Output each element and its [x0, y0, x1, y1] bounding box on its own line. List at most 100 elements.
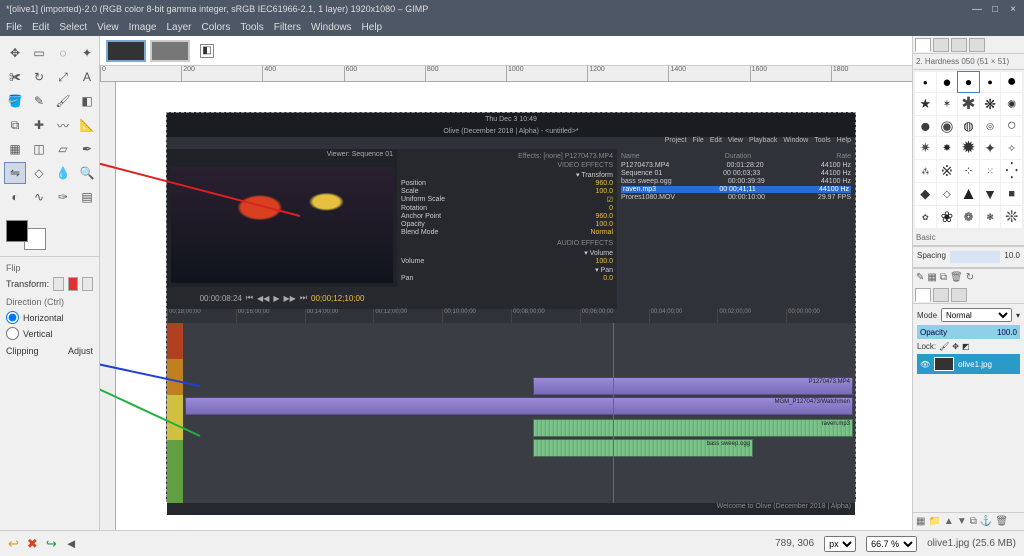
zoom-tool[interactable]: 🔍	[76, 162, 98, 184]
brush-swatch[interactable]: ⁛	[1001, 160, 1022, 182]
brush-swatch[interactable]: ✹	[958, 137, 979, 159]
brush-swatch[interactable]: ◍	[958, 116, 979, 136]
new-layer-icon[interactable]: ▦	[916, 516, 925, 527]
direction-vertical-radio[interactable]	[6, 327, 19, 340]
brush-swatch[interactable]: ⁂	[915, 160, 936, 182]
brush-swatch[interactable]: ○	[1001, 116, 1022, 136]
menu-windows[interactable]: Windows	[311, 22, 352, 33]
bucket-tool[interactable]: 🪣	[4, 90, 26, 112]
gradient-tool[interactable]: ▤	[76, 186, 98, 208]
transform-path-icon[interactable]	[82, 277, 93, 291]
measure-tool[interactable]: 📐	[76, 114, 98, 136]
history-tab[interactable]	[969, 38, 985, 52]
refresh-brush-icon[interactable]: ↻	[966, 272, 974, 283]
smudge-tool[interactable]: 〰	[52, 114, 74, 136]
blur-tool[interactable]: ∿	[28, 186, 50, 208]
maximize-button[interactable]: □	[990, 4, 1000, 15]
brush-swatch[interactable]: ●	[958, 72, 979, 92]
rect-select-tool[interactable]: ▭	[28, 42, 50, 64]
mode-select[interactable]: Normal	[941, 308, 1012, 322]
brush-swatch[interactable]: ▲	[958, 183, 979, 205]
scale-tool[interactable]: ⤢	[52, 66, 74, 88]
brush-swatch[interactable]: ●	[1001, 72, 1022, 92]
brush-swatch[interactable]: ❁	[958, 206, 979, 228]
menu-colors[interactable]: Colors	[201, 22, 230, 33]
clone-tool[interactable]: ⧉	[4, 114, 26, 136]
brush-swatch[interactable]: ✿	[915, 206, 936, 228]
brush-swatch[interactable]: ❋	[980, 93, 1001, 115]
pencil-tool[interactable]: ✎	[28, 90, 50, 112]
new-brush-icon[interactable]: ▦	[927, 272, 936, 283]
ink-tool[interactable]: ✑	[52, 186, 74, 208]
fg-color-swatch[interactable]	[6, 220, 28, 242]
fonts-tab[interactable]	[951, 38, 967, 52]
brush-swatch[interactable]: ⁘	[958, 160, 979, 182]
delete-brush-icon[interactable]: 🗑	[950, 272, 963, 283]
lock-position-icon[interactable]: ✥	[952, 342, 959, 351]
brush-swatch[interactable]: ❀	[937, 206, 958, 228]
path-tool[interactable]: ✒	[76, 138, 98, 160]
brush-swatch[interactable]: ⬤	[915, 116, 936, 136]
brush-swatch[interactable]: ❊	[1001, 206, 1022, 228]
free-select-tool[interactable]: ◌	[52, 42, 74, 64]
rotate-tool[interactable]: ↻	[28, 66, 50, 88]
channels-tab[interactable]	[933, 288, 949, 302]
brush-swatch[interactable]: ※	[937, 160, 958, 182]
anchor-layer-icon[interactable]: ⚓	[980, 516, 992, 527]
shear-tool[interactable]: ▱	[52, 138, 74, 160]
duplicate-brush-icon[interactable]: ⧉	[940, 272, 947, 283]
brush-preset-label[interactable]: Basic	[913, 230, 1024, 246]
paths-tab[interactable]	[951, 288, 967, 302]
visibility-icon[interactable]: 👁	[920, 360, 930, 369]
brush-swatch[interactable]: ✶	[937, 93, 958, 115]
brush-swatch[interactable]: ●	[980, 72, 1001, 92]
layers-tab[interactable]	[915, 288, 931, 302]
layer-row[interactable]: 👁 olive1.jpg	[917, 354, 1020, 374]
brush-swatch[interactable]: ◆	[915, 183, 936, 205]
brush-swatch[interactable]: ●	[915, 72, 936, 92]
image-tab-1[interactable]	[106, 40, 146, 62]
menu-filters[interactable]: Filters	[274, 22, 301, 33]
brush-swatch[interactable]: ✷	[915, 137, 936, 159]
image-tab-2[interactable]	[150, 40, 190, 62]
layer-group-icon[interactable]: 📁	[928, 516, 940, 527]
undo-icon[interactable]: ✖	[27, 536, 38, 552]
menu-help[interactable]: Help	[362, 22, 383, 33]
raise-layer-icon[interactable]: ▲	[944, 516, 954, 527]
unit-select[interactable]: px	[824, 536, 856, 552]
text-tool[interactable]: A	[76, 66, 98, 88]
spacing-slider[interactable]	[950, 251, 1001, 263]
lower-layer-icon[interactable]: ▼	[957, 516, 967, 527]
color-picker-tool[interactable]: 💧	[52, 162, 74, 184]
transform-layer-icon[interactable]	[53, 277, 64, 291]
eraser-tool[interactable]: ◧	[76, 90, 98, 112]
menu-tools[interactable]: Tools	[240, 22, 263, 33]
crop-tool[interactable]: ✀	[4, 66, 26, 88]
dodge-tool[interactable]: ◐	[4, 186, 26, 208]
transform-selection-icon[interactable]	[68, 277, 79, 291]
brush-swatch[interactable]: ✸	[937, 137, 958, 159]
lock-alpha-icon[interactable]: ◩	[962, 342, 970, 351]
menu-select[interactable]: Select	[59, 22, 87, 33]
menu-view[interactable]: View	[97, 22, 119, 33]
brushes-tab[interactable]	[915, 38, 931, 52]
menu-layer[interactable]: Layer	[166, 22, 191, 33]
undo-history-icon[interactable]: ↩	[8, 536, 19, 552]
brush-swatch[interactable]: ◇	[937, 183, 958, 205]
move-tool[interactable]: ✥	[4, 42, 26, 64]
paintbrush-tool[interactable]: 🖌	[52, 90, 74, 112]
duplicate-layer-icon[interactable]: ⧉	[970, 516, 977, 527]
brush-swatch[interactable]: ●	[937, 72, 958, 92]
delete-layer-icon[interactable]: 🗑	[995, 516, 1008, 527]
brush-swatch[interactable]: ✱	[958, 93, 979, 115]
brush-swatch[interactable]: ❃	[980, 206, 1001, 228]
brush-swatch[interactable]: ■	[1001, 183, 1022, 205]
menu-edit[interactable]: Edit	[32, 22, 49, 33]
opacity-slider[interactable]: Opacity 100.0	[917, 325, 1020, 339]
patterns-tab[interactable]	[933, 38, 949, 52]
fg-bg-colors[interactable]	[6, 220, 46, 250]
zoom-select[interactable]: 66.7 %	[866, 536, 917, 552]
brush-swatch[interactable]: ◎	[980, 116, 1001, 136]
redo-icon[interactable]: ↪	[46, 536, 57, 552]
clipping-value[interactable]: Adjust	[68, 346, 93, 356]
